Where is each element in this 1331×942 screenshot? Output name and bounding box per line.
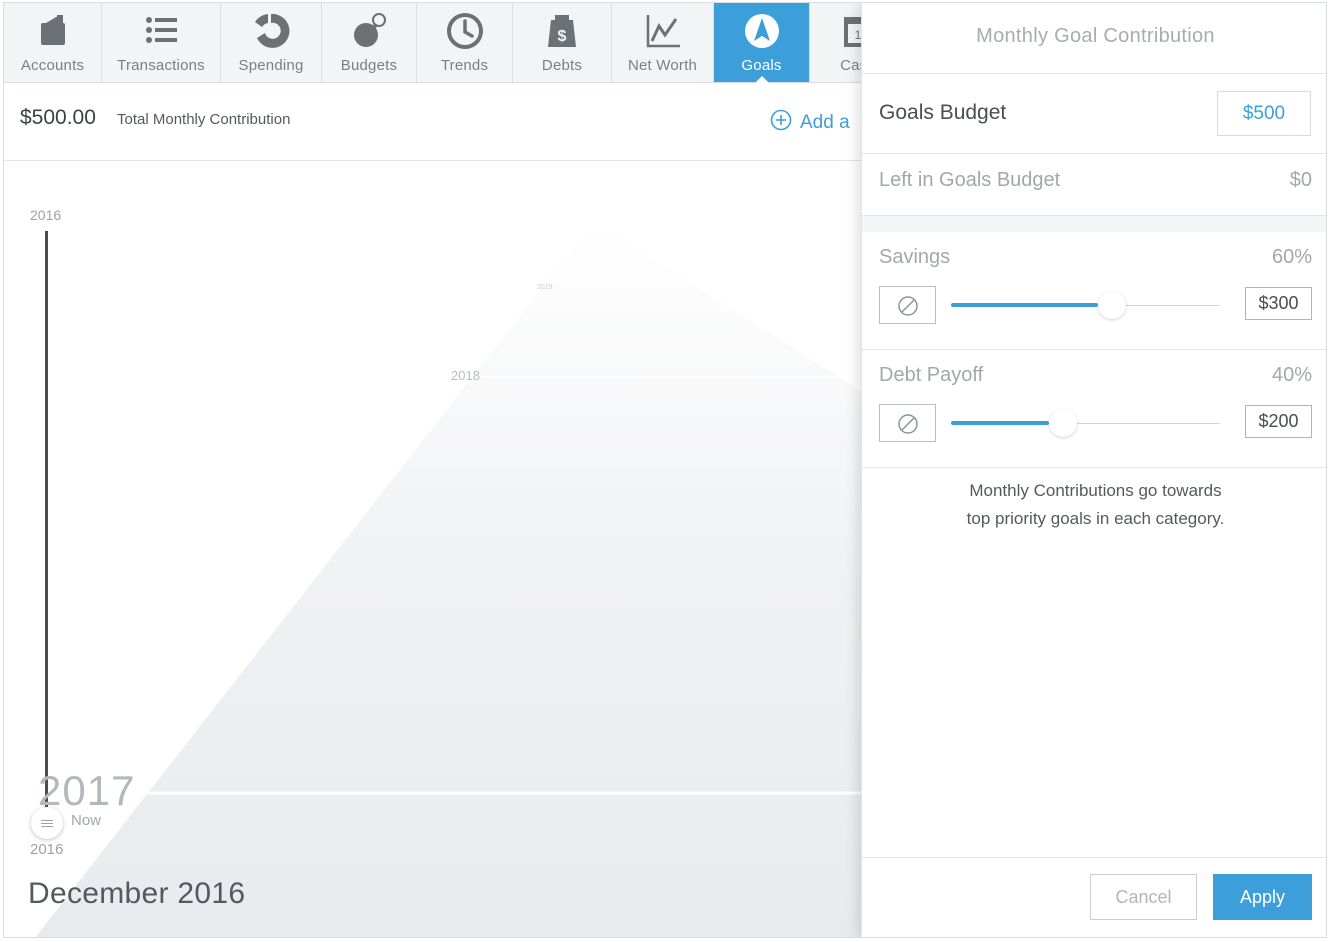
exclude-category-button[interactable] — [879, 286, 936, 324]
timeline-year-2018: 2018 — [451, 368, 480, 383]
current-month-title: December 2016 — [28, 877, 246, 910]
contribution-summary: $500.00 Total Monthly Contribution Add a — [4, 83, 861, 161]
contribution-note: Monthly Contributions go towards top pri… — [862, 477, 1326, 533]
timeline-current-year: 2016 — [30, 841, 64, 858]
goals-timeline: 2016 2019 2018 2017 Now 2016 December 20… — [4, 161, 861, 937]
left-in-budget-value: $0 — [1289, 169, 1312, 191]
clock-icon — [446, 13, 483, 49]
list-icon — [146, 17, 177, 43]
bomb-icon — [354, 13, 386, 47]
timeline-perspective-graphic — [35, 221, 861, 937]
weight-dollar-icon: $ — [548, 15, 576, 47]
now-marker-label: Now — [71, 812, 102, 829]
timeline-progress-line — [45, 231, 48, 809]
plus-circle-icon — [770, 109, 792, 131]
left-in-budget-row: Left in Goals Budget $0 — [862, 154, 1326, 216]
tab-label: Net Worth — [627, 57, 698, 74]
monthly-goal-contribution-panel: Monthly Goal Contribution Goals Budget $… — [861, 3, 1326, 937]
category-debt-payoff: Debt Payoff 40% $200 — [862, 350, 1326, 468]
line-chart-icon — [646, 15, 680, 48]
tab-label: Transactions — [117, 57, 205, 74]
goals-budget-label: Goals Budget — [879, 101, 1007, 124]
note-line-2: top priority goals in each category. — [966, 509, 1225, 528]
slider-knob[interactable] — [1098, 291, 1126, 319]
panel-footer: Cancel Apply — [862, 857, 1326, 937]
tab-goals[interactable]: Goals — [714, 3, 810, 83]
pie-chart-icon — [255, 13, 290, 48]
timeline-year-2019: 2019 — [537, 284, 553, 291]
block-icon — [898, 414, 918, 434]
tab-label: Debts — [541, 57, 583, 74]
block-icon — [898, 296, 918, 316]
tab-spending[interactable]: Spending — [221, 3, 322, 82]
slider-knob[interactable] — [1049, 409, 1077, 437]
tab-label: Spending — [238, 57, 304, 74]
slider-fill — [951, 303, 1098, 307]
category-percent: 40% — [1271, 364, 1312, 386]
goals-budget-row: Goals Budget $500 — [862, 74, 1326, 154]
cancel-button[interactable]: Cancel — [1090, 874, 1197, 920]
category-amount-input[interactable]: $200 — [1245, 405, 1312, 438]
total-monthly-label: Total Monthly Contribution — [117, 111, 291, 128]
goals-app: Accounts Transactions Spending Budgets T… — [3, 2, 1327, 938]
total-monthly-amount: $500.00 — [20, 106, 96, 129]
add-goal-label: Add a — [800, 112, 850, 133]
tab-label: Budgets — [340, 57, 398, 74]
category-amount-input[interactable]: $300 — [1245, 287, 1312, 320]
add-goal-button[interactable]: Add a — [770, 109, 850, 134]
tab-label: Accounts — [20, 57, 85, 74]
tab-label: Trends — [440, 57, 489, 74]
category-name: Savings — [879, 246, 951, 268]
savings-slider[interactable] — [951, 287, 1220, 323]
tab-budgets[interactable]: Budgets — [322, 3, 417, 82]
tab-net-worth[interactable]: Net Worth — [612, 3, 714, 82]
tab-debts[interactable]: $ Debts — [513, 3, 612, 82]
tab-accounts[interactable]: Accounts — [4, 3, 102, 82]
apply-button[interactable]: Apply — [1213, 874, 1312, 920]
section-divider — [862, 216, 1326, 232]
slider-fill — [951, 421, 1049, 425]
exclude-category-button[interactable] — [879, 404, 936, 442]
note-line-1: Monthly Contributions go towards — [969, 481, 1222, 500]
category-name: Debt Payoff — [879, 364, 984, 386]
svg-text:$: $ — [558, 28, 567, 45]
debt-payoff-slider[interactable] — [951, 405, 1220, 441]
tab-trends[interactable]: Trends — [417, 3, 513, 82]
compass-icon — [744, 14, 779, 48]
category-percent: 60% — [1271, 246, 1312, 268]
panel-title: Monthly Goal Contribution — [862, 3, 1326, 74]
wallet-icon — [40, 15, 65, 45]
timeline-drag-handle[interactable] — [31, 807, 63, 839]
tab-label: Goals — [741, 57, 782, 74]
left-in-budget-label: Left in Goals Budget — [879, 169, 1061, 191]
timeline-start-year: 2016 — [30, 207, 62, 223]
tab-transactions[interactable]: Transactions — [102, 3, 221, 82]
goals-budget-input[interactable]: $500 — [1217, 91, 1311, 136]
category-savings: Savings 60% $300 — [862, 232, 1326, 350]
